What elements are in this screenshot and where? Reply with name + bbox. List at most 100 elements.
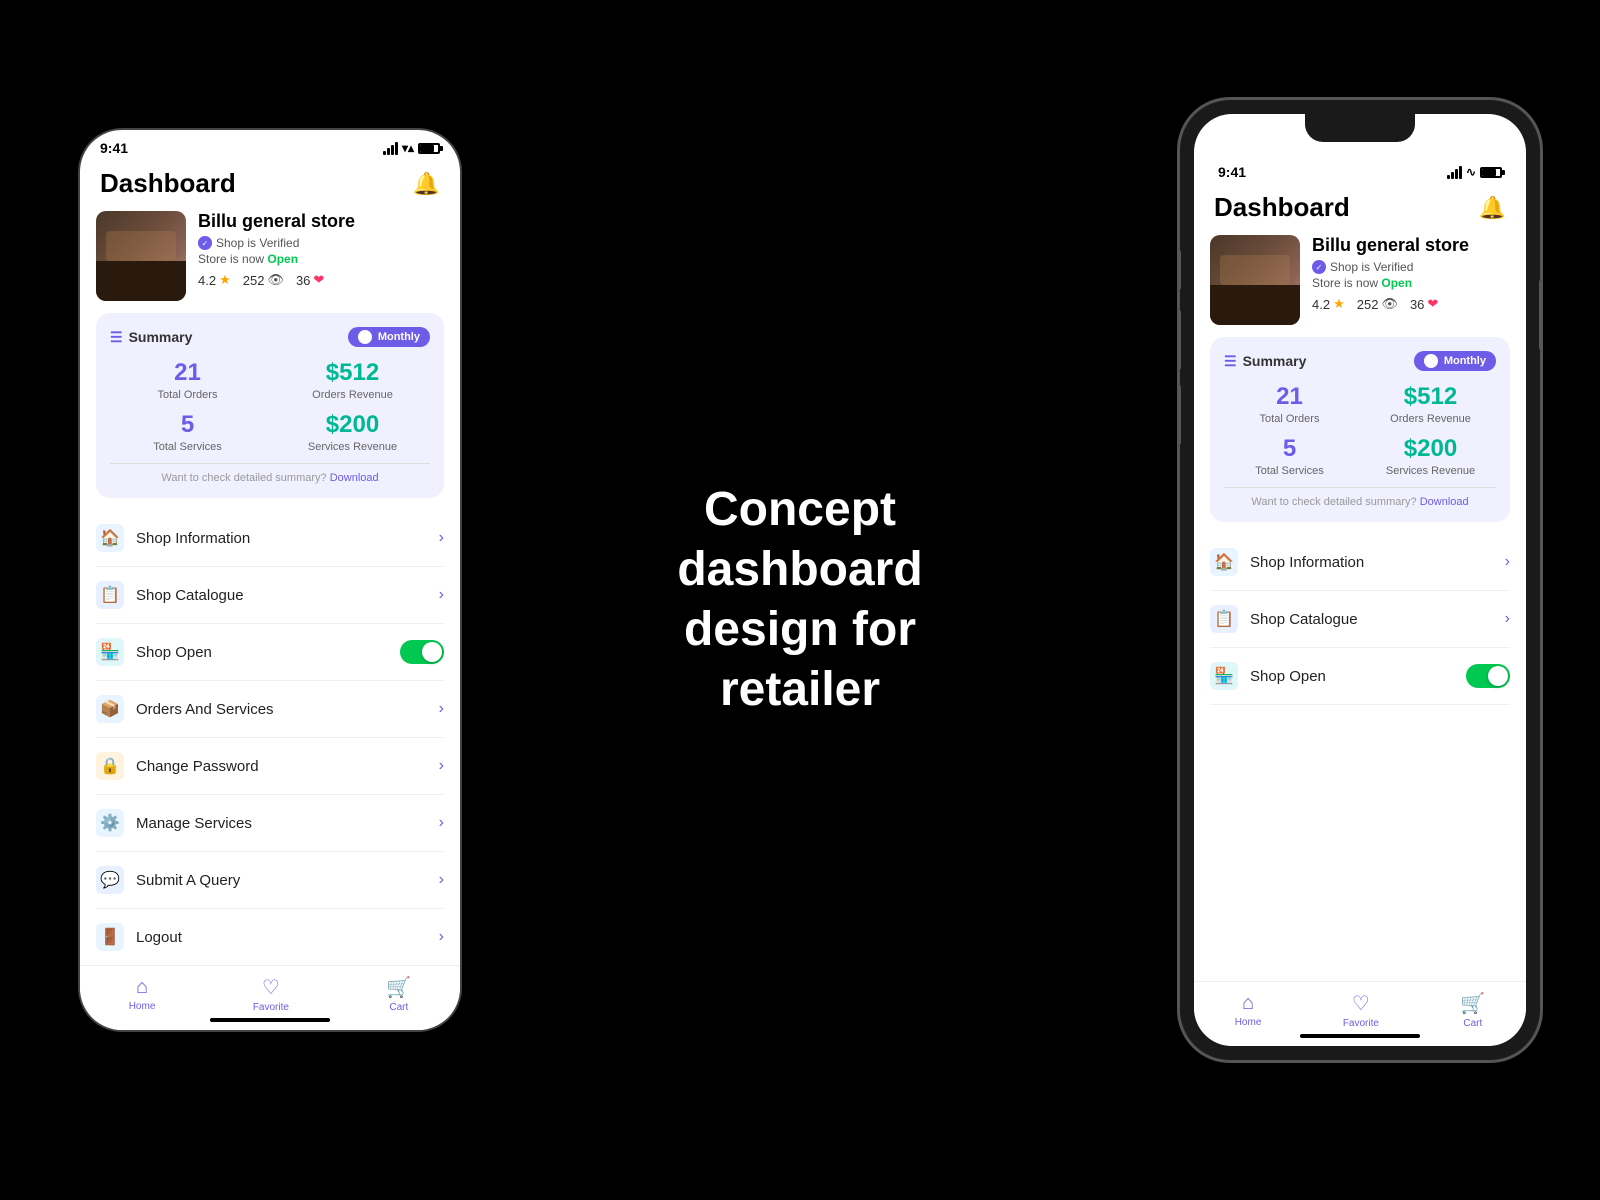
revenue-key-left: Orders Revenue bbox=[275, 389, 430, 401]
orders-key-left: Total Orders bbox=[110, 389, 265, 401]
phone-content-right[interactable]: Billu general store ✓ Shop is Verified S… bbox=[1194, 235, 1526, 1046]
store-status-left: Store is now Open bbox=[198, 252, 444, 266]
services-revenue-value-right: $200 bbox=[1365, 435, 1496, 463]
menu-item-left-shop-open: 🏪 Shop Open bbox=[96, 638, 212, 666]
menu-item-shop-catalogue[interactable]: 📋 Shop Catalogue › bbox=[96, 567, 444, 624]
shop-info-arrow: › bbox=[439, 529, 444, 547]
nav-home-left[interactable]: ⌂ Home bbox=[129, 976, 156, 1012]
summary-label-text-right: Summary bbox=[1243, 353, 1307, 369]
status-bar-left: 9:41 ▾▴ bbox=[80, 130, 460, 160]
store-stats-right: 4.2 ★ 252 👁 36 ❤ bbox=[1312, 296, 1510, 312]
menu-item-shop-info-right[interactable]: 🏠 Shop Information › bbox=[1210, 534, 1510, 591]
store-name-right: Billu general store bbox=[1312, 235, 1510, 256]
summary-label-text-left: Summary bbox=[129, 329, 193, 345]
time-left: 9:41 bbox=[100, 140, 128, 156]
catalogue-text-right: Shop Catalogue bbox=[1250, 611, 1358, 628]
wifi-icon: ▾▴ bbox=[402, 141, 414, 155]
services-revenue-key-left: Services Revenue bbox=[275, 441, 430, 453]
store-image-right bbox=[1210, 235, 1300, 325]
menu-item-manage-services[interactable]: ⚙️ Manage Services › bbox=[96, 795, 444, 852]
bell-icon-right[interactable]: 🔔 bbox=[1479, 195, 1506, 221]
menu-item-shop-open[interactable]: 🏪 Shop Open bbox=[96, 624, 444, 681]
star-icon-right: ★ bbox=[1333, 296, 1345, 312]
menu-item-left-logout: 🚪 Logout bbox=[96, 923, 182, 951]
wifi-icon-right: ∿ bbox=[1466, 165, 1476, 179]
verified-badge-left: ✓ Shop is Verified bbox=[198, 236, 444, 250]
nav-favorite-left[interactable]: ♡ Favorite bbox=[253, 975, 289, 1013]
time-right: 9:41 bbox=[1218, 164, 1246, 180]
battery-icon bbox=[418, 143, 440, 154]
menu-list-left: 🏠 Shop Information › 📋 Shop Catalogue › … bbox=[80, 510, 460, 966]
open-text-left: Open bbox=[267, 252, 298, 266]
bottom-nav-left: ⌂ Home ♡ Favorite 🛒 Cart bbox=[80, 965, 460, 1030]
summary-grid-left: 21 Total Orders $512 Orders Revenue 5 To… bbox=[110, 359, 430, 453]
menu-item-left-query: 💬 Submit A Query bbox=[96, 866, 240, 894]
services-revenue-right: $200 Services Revenue bbox=[1365, 435, 1496, 477]
status-icons-left: ▾▴ bbox=[383, 141, 440, 155]
revenue-value-right: $512 bbox=[1365, 383, 1496, 411]
dashboard-header-left: Dashboard 🔔 bbox=[80, 160, 460, 211]
logout-arrow: › bbox=[439, 928, 444, 946]
favorite-nav-icon-right: ♡ bbox=[1352, 991, 1370, 1016]
store-status-right: Store is now Open bbox=[1312, 276, 1510, 290]
orders-value-right: 21 bbox=[1224, 383, 1355, 411]
store-image-left bbox=[96, 211, 186, 301]
home-nav-icon-left: ⌂ bbox=[136, 976, 148, 999]
manage-text: Manage Services bbox=[136, 815, 252, 832]
home-nav-icon-right: ⌂ bbox=[1242, 992, 1254, 1015]
rating-stat-right: 4.2 ★ bbox=[1312, 296, 1345, 312]
toggle-label-left: Monthly bbox=[378, 331, 420, 343]
menu-item-catalogue-right[interactable]: 📋 Shop Catalogue › bbox=[1210, 591, 1510, 648]
home-nav-label-right: Home bbox=[1235, 1017, 1262, 1028]
shop-open-toggle[interactable] bbox=[400, 640, 444, 664]
catalogue-icon-right: 📋 bbox=[1210, 605, 1238, 633]
total-orders-right: 21 Total Orders bbox=[1224, 383, 1355, 425]
menu-item-orders-services[interactable]: 📦 Orders And Services › bbox=[96, 681, 444, 738]
download-link-right[interactable]: Download bbox=[1420, 496, 1469, 508]
menu-item-shop-open-right[interactable]: 🏪 Shop Open bbox=[1210, 648, 1510, 705]
shop-info-icon-right: 🏠 bbox=[1210, 548, 1238, 576]
footer-text-right: Want to check detailed summary? bbox=[1251, 496, 1416, 508]
verified-badge-right: ✓ Shop is Verified bbox=[1312, 260, 1510, 274]
monthly-toggle-right[interactable]: Monthly bbox=[1414, 351, 1496, 371]
menu-item-shop-information[interactable]: 🏠 Shop Information › bbox=[96, 510, 444, 567]
rating-value-right: 4.2 bbox=[1312, 297, 1330, 312]
shop-info-arrow-right: › bbox=[1505, 553, 1510, 571]
query-arrow: › bbox=[439, 871, 444, 889]
bell-icon-left[interactable]: 🔔 bbox=[413, 171, 440, 197]
nav-favorite-right[interactable]: ♡ Favorite bbox=[1343, 991, 1379, 1029]
catalogue-text: Shop Catalogue bbox=[136, 587, 244, 604]
menu-item-change-password[interactable]: 🔒 Change Password › bbox=[96, 738, 444, 795]
menu-item-left-manage: ⚙️ Manage Services bbox=[96, 809, 252, 837]
menu-item-logout[interactable]: 🚪 Logout › bbox=[96, 909, 444, 966]
orders-revenue-right: $512 Orders Revenue bbox=[1365, 383, 1496, 425]
favorite-nav-label-right: Favorite bbox=[1343, 1018, 1379, 1029]
menu-item-left-catalogue: 📋 Shop Catalogue bbox=[96, 581, 244, 609]
favorite-nav-label-left: Favorite bbox=[253, 1002, 289, 1013]
dashboard-title-right: Dashboard bbox=[1214, 192, 1350, 223]
shop-open-icon: 🏪 bbox=[96, 638, 124, 666]
download-link-left[interactable]: Download bbox=[330, 472, 379, 484]
menu-item-submit-query[interactable]: 💬 Submit A Query › bbox=[96, 852, 444, 909]
logout-text: Logout bbox=[136, 929, 182, 946]
nav-cart-right[interactable]: 🛒 Cart bbox=[1460, 991, 1485, 1029]
cart-nav-icon-right: 🛒 bbox=[1460, 991, 1485, 1016]
views-value-right: 252 bbox=[1357, 297, 1379, 312]
services-revenue-left: $200 Services Revenue bbox=[275, 411, 430, 453]
shop-open-toggle-right[interactable] bbox=[1466, 664, 1510, 688]
footer-text-left: Want to check detailed summary? bbox=[161, 472, 326, 484]
nav-cart-left[interactable]: 🛒 Cart bbox=[386, 975, 411, 1013]
verified-text-right: Shop is Verified bbox=[1330, 260, 1413, 274]
likes-stat-right: 36 ❤ bbox=[1410, 296, 1438, 312]
phone-content-left[interactable]: Billu general store ✓ Shop is Verified S… bbox=[80, 211, 460, 1030]
summary-grid-right: 21 Total Orders $512 Orders Revenue 5 To… bbox=[1224, 383, 1496, 477]
nav-home-right[interactable]: ⌂ Home bbox=[1235, 992, 1262, 1028]
eye-icon-right: 👁 bbox=[1381, 296, 1398, 312]
home-nav-label-left: Home bbox=[129, 1001, 156, 1012]
heart-icon-right: ❤ bbox=[1427, 296, 1438, 312]
summary-label-left: ☰ Summary bbox=[110, 329, 192, 346]
summary-footer-left: Want to check detailed summary? Download bbox=[110, 463, 430, 484]
cart-nav-label-right: Cart bbox=[1463, 1018, 1482, 1029]
monthly-toggle-left[interactable]: Monthly bbox=[348, 327, 430, 347]
shop-info-text-right: Shop Information bbox=[1250, 554, 1364, 571]
